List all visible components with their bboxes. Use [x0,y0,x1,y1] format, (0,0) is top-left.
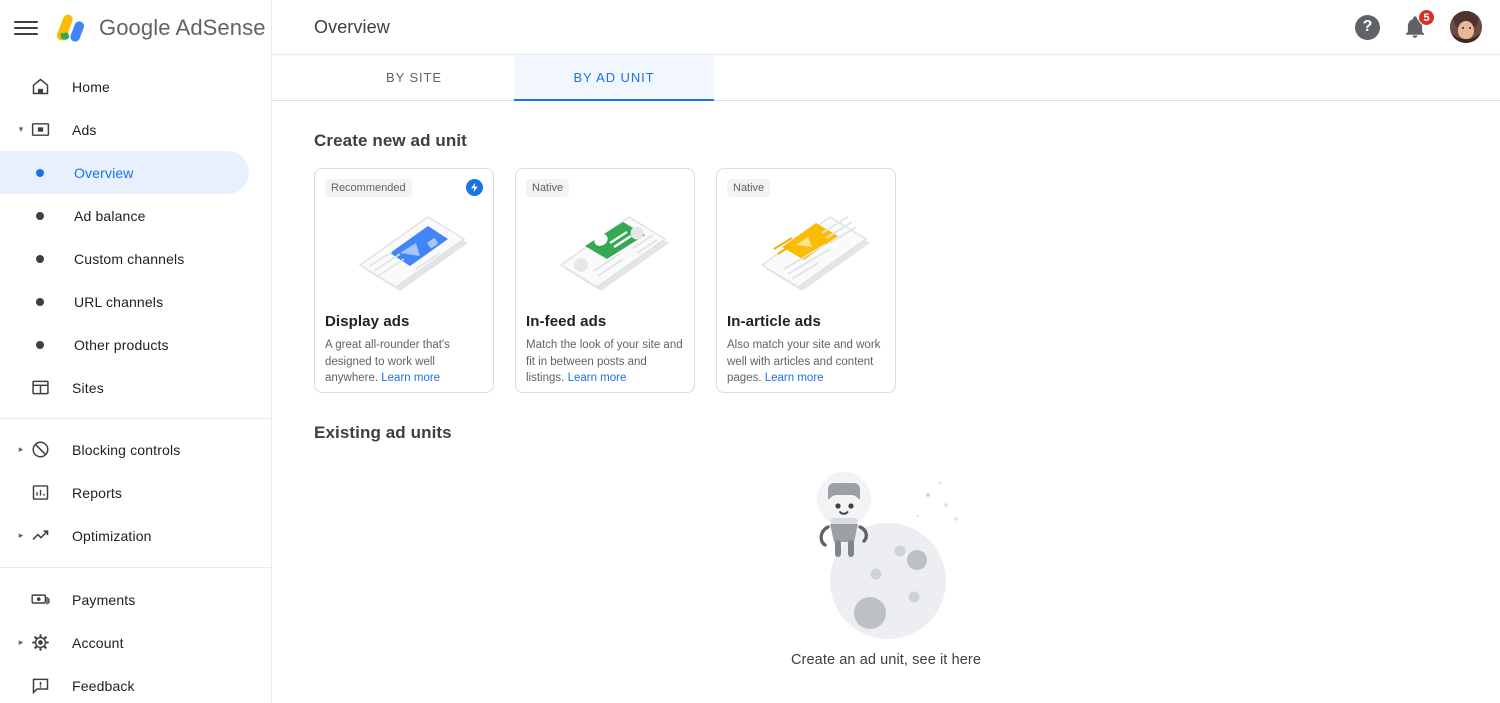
sidebar-item-url-channels[interactable]: URL channels [0,280,249,323]
sidebar-item-ads[interactable]: ▾ Ads [0,108,249,151]
boost-bolt-icon [466,179,483,196]
chevron-right-icon[interactable]: ▸ [14,445,28,454]
sidebar-item-overview[interactable]: Overview [0,151,249,194]
sidebar-item-account[interactable]: ▸ Account [0,621,249,664]
card-description: Also match your site and work well with … [727,337,885,387]
sidebar-item-payments[interactable]: Payments [0,578,249,621]
in-feed-ads-device-illustration [526,203,684,303]
card-header: Recommended [325,179,483,199]
create-section-title: Create new ad unit [314,131,1458,151]
card-chip-native: Native [526,179,569,197]
sidebar-item-sites[interactable]: Sites [0,366,249,409]
payments-banknote-icon [28,588,52,612]
sidebar-item-label: Reports [72,485,122,501]
sidebar-item-label: Optimization [72,528,152,544]
sidebar-item-label: Sites [72,380,104,396]
card-title: Display ads [325,313,483,330]
learn-more-link[interactable]: Learn more [381,372,440,384]
card-in-feed-ads[interactable]: Native [515,168,695,393]
sidebar-item-label: Feedback [72,678,135,694]
tab-by-site[interactable]: BY SITE [314,55,514,100]
in-article-ads-device-illustration [727,203,885,303]
sidebar-item-home[interactable]: Home [0,65,249,108]
adsense-logo[interactable]: Google AdSense [51,11,266,45]
card-display-ads[interactable]: Recommended [314,168,494,393]
bullet-dot-icon [28,204,52,228]
notification-bell-icon[interactable]: 5 [1402,14,1428,40]
card-header: Native [727,179,885,199]
empty-state-text: Create an ad unit, see it here [791,652,981,668]
bullet-dot-icon [28,247,52,271]
card-chip-recommended: Recommended [325,179,412,197]
reports-bar-chart-icon [28,481,52,505]
empty-state: Create an ad unit, see it here [314,461,1458,701]
bullet-dot-icon [28,161,52,185]
astronaut-on-moon-illustration [796,461,976,646]
learn-more-link[interactable]: Learn more [568,372,627,384]
top-bar: Overview ? 5 [272,0,1500,55]
sidebar-item-optimization[interactable]: ▸ Optimization [0,514,249,557]
content-area: Create new ad unit Recommended [272,131,1500,701]
sidebar-item-label: Blocking controls [72,442,180,458]
sidebar-item-ad-balance[interactable]: Ad balance [0,194,249,237]
tab-bar: BY SITE BY AD UNIT [272,55,1500,101]
card-chip-native: Native [727,179,770,197]
sidebar-item-label: Other products [74,337,169,353]
chevron-right-icon[interactable]: ▸ [14,638,28,647]
sites-icon [28,376,52,400]
existing-section-title: Existing ad units [314,423,1458,443]
google-adsense-logo-icon [51,11,89,45]
help-icon[interactable]: ? [1355,15,1380,40]
card-description: A great all-rounder that's designed to w… [325,337,483,387]
page-title: Overview [314,17,390,38]
home-icon [28,75,52,99]
sidebar-item-label: Payments [72,592,135,608]
gear-settings-icon [28,631,52,655]
card-in-article-ads[interactable]: Native [716,168,896,393]
ad-unit-card-list: Recommended [314,168,1458,393]
ads-icon [28,118,52,142]
tab-by-ad-unit[interactable]: BY AD UNIT [514,55,714,100]
sidebar: Google AdSense Home ▾ [0,0,272,703]
hamburger-menu-icon[interactable] [14,16,38,40]
feedback-speech-bubble-icon [28,674,52,698]
sidebar-item-label: Ad balance [74,208,146,224]
sidebar-item-blocking-controls[interactable]: ▸ Blocking controls [0,428,249,471]
sidebar-item-label: URL channels [74,294,163,310]
sidebar-item-label: Home [72,79,110,95]
sidebar-nav: Home ▾ Ads Overview [0,55,271,703]
sidebar-divider-1 [0,418,271,419]
adsense-app: Google AdSense Home ▾ [0,0,1500,703]
sidebar-item-label: Account [72,635,124,651]
top-actions: ? 5 [1355,11,1482,43]
notification-badge: 5 [1418,9,1435,26]
sidebar-item-feedback[interactable]: Feedback [0,664,249,703]
bullet-dot-icon [28,290,52,314]
learn-more-link[interactable]: Learn more [765,372,824,384]
card-header: Native [526,179,684,199]
chevron-down-icon[interactable]: ▾ [14,125,28,134]
card-description: Match the look of your site and fit in b… [526,337,684,387]
sidebar-divider-2 [0,567,271,568]
display-ads-device-illustration [325,203,483,303]
sidebar-item-custom-channels[interactable]: Custom channels [0,237,249,280]
card-title: In-feed ads [526,313,684,330]
sidebar-item-other-products[interactable]: Other products [0,323,249,366]
brand-bar: Google AdSense [0,0,271,55]
trending-up-arrow-icon [28,524,52,548]
brand-name: Google AdSense [99,15,266,41]
main-content: Overview ? 5 BY SITE BY AD UNIT Cr [272,0,1500,703]
sidebar-item-label: Ads [72,122,97,138]
block-circle-icon [28,438,52,462]
sidebar-item-reports[interactable]: Reports [0,471,249,514]
chevron-right-icon[interactable]: ▸ [14,531,28,540]
user-avatar[interactable] [1450,11,1482,43]
sidebar-item-label: Overview [74,165,134,181]
card-title: In-article ads [727,313,885,330]
sidebar-item-label: Custom channels [74,251,184,267]
bullet-dot-icon [28,333,52,357]
